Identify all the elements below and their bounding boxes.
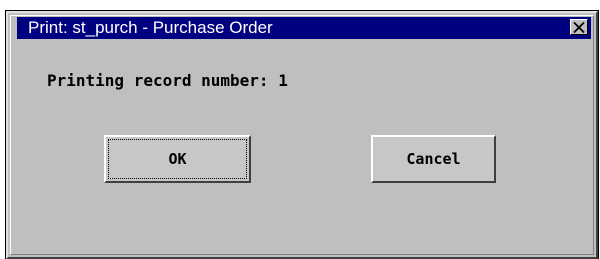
dialog-frame [10,15,594,255]
close-button[interactable] [570,19,588,35]
cancel-button[interactable]: Cancel [371,135,496,183]
cancel-button-label: Cancel [406,150,461,168]
dialog-title: Print: st_purch - Purchase Order [28,18,273,37]
ok-button[interactable]: OK [104,135,251,183]
close-icon [573,21,585,33]
print-dialog [5,10,599,259]
title-bar[interactable]: Print: st_purch - Purchase Order [17,17,591,39]
screen: Print: st_purch - Purchase Order Printin… [0,0,600,259]
ok-button-label: OK [168,150,187,168]
printing-status-message: Printing record number: 1 [47,71,288,90]
